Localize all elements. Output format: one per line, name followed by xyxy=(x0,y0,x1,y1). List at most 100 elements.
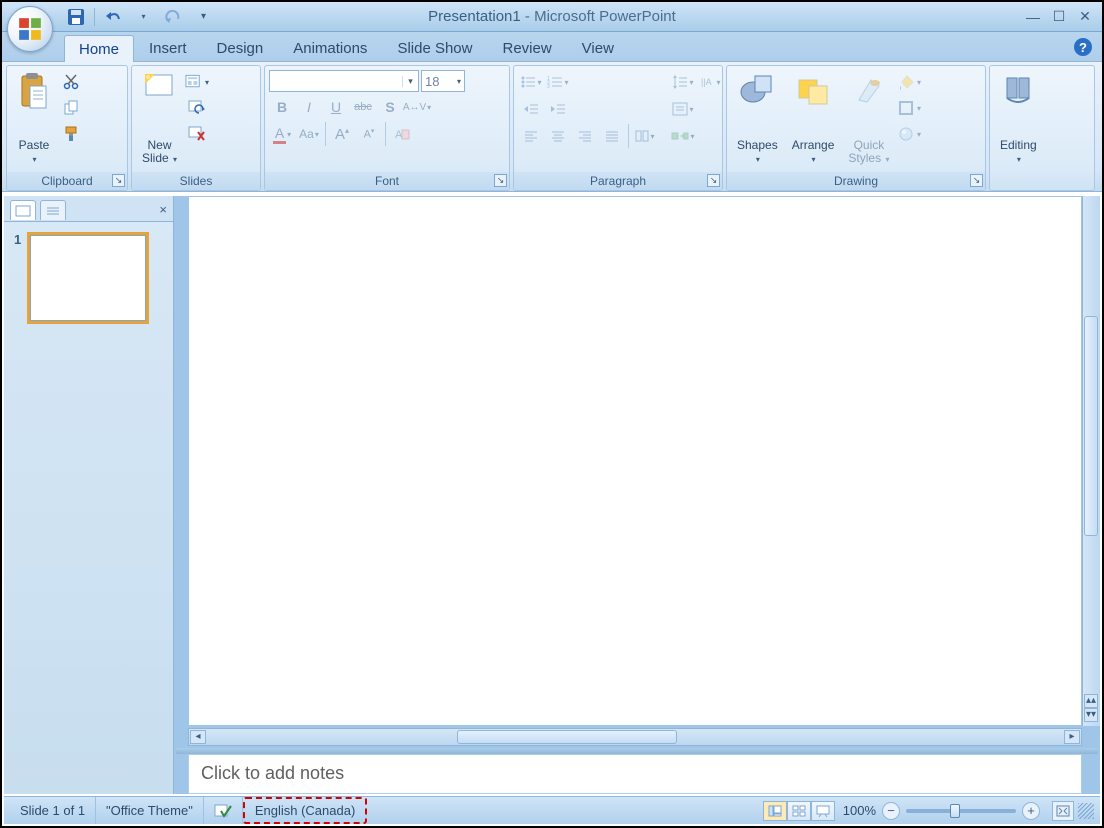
new-slide-button[interactable]: New Slide ▾ xyxy=(136,70,183,168)
tab-slide-show[interactable]: Slide Show xyxy=(382,34,487,61)
paragraph-launcher[interactable]: ↘ xyxy=(707,174,720,187)
numbering-button[interactable]: 123▾ xyxy=(545,70,571,94)
arrange-button[interactable]: Arrange▾ xyxy=(786,70,841,168)
slides-pane: × 1 xyxy=(4,196,174,794)
thumbnail-preview[interactable] xyxy=(27,232,149,324)
reset-slide-button[interactable] xyxy=(185,96,209,120)
decrease-indent-button[interactable] xyxy=(518,97,544,121)
minimize-button[interactable]: — xyxy=(1022,8,1044,26)
clear-format-button[interactable]: A xyxy=(389,122,415,146)
italic-button[interactable]: I xyxy=(296,95,322,119)
format-painter-button[interactable] xyxy=(59,122,83,146)
tab-animations[interactable]: Animations xyxy=(278,34,382,61)
slide-thumbnail[interactable]: 1 xyxy=(14,232,163,324)
window-controls: — ☐ ✕ xyxy=(1022,8,1096,26)
shrink-font-button[interactable]: A▾ xyxy=(356,122,382,146)
drawing-launcher[interactable]: ↘ xyxy=(970,174,983,187)
horizontal-scrollbar[interactable]: ◂ ▸ xyxy=(188,728,1082,746)
vertical-scroll-thumb[interactable] xyxy=(1084,316,1098,536)
shape-fill-button[interactable]: ▾ xyxy=(897,70,921,94)
svg-text:3: 3 xyxy=(547,84,550,89)
shape-effects-button[interactable]: ▾ xyxy=(897,122,921,146)
char-spacing-button[interactable]: A↔V▾ xyxy=(404,95,430,119)
hscroll-left-icon[interactable]: ◂ xyxy=(190,730,206,744)
change-case-button[interactable]: Aa▾ xyxy=(296,122,322,146)
tab-design[interactable]: Design xyxy=(202,34,279,61)
editing-button[interactable]: Editing▾ xyxy=(994,70,1043,168)
view-slideshow-button[interactable] xyxy=(811,801,835,821)
increase-indent-button[interactable] xyxy=(545,97,571,121)
vertical-scrollbar[interactable]: ▴▴ ▾▾ xyxy=(1082,196,1100,726)
undo-more-button[interactable]: ▾ xyxy=(129,5,157,29)
zoom-out-button[interactable]: − xyxy=(882,802,900,820)
zoom-in-button[interactable]: + xyxy=(1022,802,1040,820)
justify-button[interactable] xyxy=(599,124,625,148)
notes-pane[interactable]: Click to add notes xyxy=(188,754,1082,794)
underline-button[interactable]: U xyxy=(323,95,349,119)
ribbon: Paste▾ Clipboard↘ New Slide ▾ ▾ Slides xyxy=(2,62,1102,192)
columns-button[interactable]: ▾ xyxy=(632,124,658,148)
convert-smartart-button[interactable]: ▾ xyxy=(670,124,696,148)
horizontal-scroll-thumb[interactable] xyxy=(457,730,677,744)
font-launcher[interactable]: ↘ xyxy=(494,174,507,187)
pane-close-button[interactable]: × xyxy=(159,202,167,217)
zoom-slider-thumb[interactable] xyxy=(950,804,960,818)
view-sorter-button[interactable] xyxy=(787,801,811,821)
align-right-button[interactable] xyxy=(572,124,598,148)
office-button[interactable] xyxy=(7,6,53,52)
font-color-button[interactable]: A▾ xyxy=(269,122,295,146)
thumbnail-list: 1 xyxy=(4,222,173,794)
cut-button[interactable] xyxy=(59,70,83,94)
maximize-button[interactable]: ☐ xyxy=(1048,8,1070,26)
status-theme[interactable]: "Office Theme" xyxy=(96,797,204,824)
zoom-controls: 100% − + xyxy=(843,801,1074,821)
pane-tab-slides[interactable] xyxy=(10,200,36,220)
shapes-button[interactable]: Shapes▾ xyxy=(731,70,784,168)
close-button[interactable]: ✕ xyxy=(1074,8,1096,26)
hscroll-right-icon[interactable]: ▸ xyxy=(1064,730,1080,744)
status-spellcheck[interactable] xyxy=(204,797,243,824)
tab-home[interactable]: Home xyxy=(64,35,134,62)
text-shadow-button[interactable]: S xyxy=(377,95,403,119)
line-spacing-button[interactable]: ▾ xyxy=(670,70,696,94)
grow-font-button[interactable]: A▴ xyxy=(329,122,355,146)
clipboard-launcher[interactable]: ↘ xyxy=(112,174,125,187)
font-size-combo[interactable]: 18▾ xyxy=(421,70,465,92)
text-direction-button[interactable]: ||A▾ xyxy=(697,70,723,94)
bold-button[interactable]: B xyxy=(269,95,295,119)
strikethrough-button[interactable]: abc xyxy=(350,95,376,119)
align-left-button[interactable] xyxy=(518,124,544,148)
copy-button[interactable] xyxy=(59,96,83,120)
tab-view[interactable]: View xyxy=(567,34,629,61)
fit-to-window-button[interactable] xyxy=(1052,801,1074,821)
thumbnail-number: 1 xyxy=(14,232,21,324)
next-slide-button[interactable]: ▾▾ xyxy=(1084,708,1098,722)
zoom-slider[interactable] xyxy=(906,809,1016,813)
undo-button[interactable] xyxy=(99,5,127,29)
status-language[interactable]: English (Canada) xyxy=(243,797,367,824)
tab-insert[interactable]: Insert xyxy=(134,34,202,61)
font-name-combo[interactable]: ▾ xyxy=(269,70,419,92)
delete-slide-button[interactable] xyxy=(185,122,209,146)
status-bar: Slide 1 of 1 "Office Theme" English (Can… xyxy=(4,796,1100,824)
align-text-button[interactable]: ▾ xyxy=(670,97,696,121)
zoom-percent[interactable]: 100% xyxy=(843,803,876,818)
align-center-button[interactable] xyxy=(545,124,571,148)
resize-grip[interactable] xyxy=(1078,803,1094,819)
paste-button[interactable]: Paste▾ xyxy=(11,70,57,168)
quick-styles-button[interactable]: Quick Styles ▾ xyxy=(842,70,895,168)
view-buttons xyxy=(763,801,835,821)
shape-outline-button[interactable]: ▾ xyxy=(897,96,921,120)
qat-customize-button[interactable]: ▾ xyxy=(189,5,217,29)
help-icon[interactable]: ? xyxy=(1074,38,1092,56)
redo-button[interactable] xyxy=(159,5,187,29)
view-normal-button[interactable] xyxy=(763,801,787,821)
slide-canvas[interactable] xyxy=(188,196,1082,726)
status-slide-number[interactable]: Slide 1 of 1 xyxy=(10,797,96,824)
bullets-button[interactable]: ▾ xyxy=(518,70,544,94)
tab-review[interactable]: Review xyxy=(487,34,566,61)
pane-tab-outline[interactable] xyxy=(40,200,66,220)
layout-button[interactable]: ▾ xyxy=(185,70,209,94)
save-button[interactable] xyxy=(62,5,90,29)
prev-slide-button[interactable]: ▴▴ xyxy=(1084,694,1098,708)
